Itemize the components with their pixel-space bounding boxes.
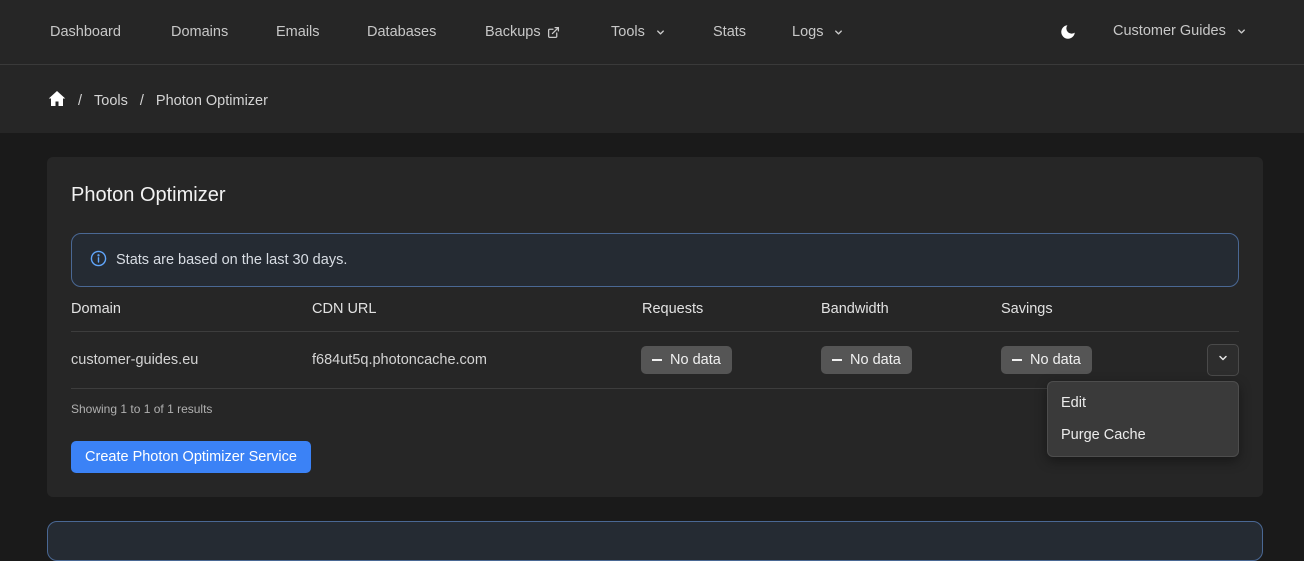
menu-item-edit[interactable]: Edit [1061, 395, 1086, 411]
row-actions-menu: Edit Purge Cache [1047, 381, 1239, 457]
nav-emails[interactable]: Emails [276, 24, 320, 40]
column-header-requests: Requests [642, 301, 704, 317]
requests-badge: No data [641, 346, 732, 374]
minus-icon [832, 359, 842, 361]
nav-backups[interactable]: Backups [485, 24, 560, 40]
breadcrumb-separator: / [78, 92, 83, 109]
column-header-bandwidth: Bandwidth [821, 301, 889, 317]
account-menu[interactable]: Customer Guides [1113, 23, 1247, 39]
row-actions-button[interactable] [1207, 344, 1239, 376]
home-icon[interactable] [48, 90, 66, 111]
chevron-down-icon [1217, 352, 1229, 368]
cell-domain: customer-guides.eu [71, 352, 199, 368]
info-panel [47, 521, 1263, 561]
bandwidth-badge: No data [821, 346, 912, 374]
nav-dashboard[interactable]: Dashboard [50, 24, 121, 40]
moon-icon [1059, 25, 1077, 45]
menu-item-purge-cache[interactable]: Purge Cache [1061, 427, 1146, 443]
nav-databases[interactable]: Databases [367, 24, 436, 40]
minus-icon [652, 359, 662, 361]
table-header: Domain CDN URL Requests Bandwidth Saving… [71, 301, 1239, 332]
chevron-down-icon [655, 27, 666, 38]
nav-tools[interactable]: Tools [611, 24, 666, 40]
top-navigation: Dashboard Domains Emails Databases Backu… [0, 0, 1304, 65]
pagination-summary: Showing 1 to 1 of 1 results [71, 402, 213, 416]
nav-stats[interactable]: Stats [713, 24, 746, 40]
column-header-savings: Savings [1001, 301, 1053, 317]
create-photon-optimizer-button[interactable]: Create Photon Optimizer Service [71, 441, 311, 473]
savings-badge: No data [1001, 346, 1092, 374]
nav-domains[interactable]: Domains [171, 24, 228, 40]
alert-text: Stats are based on the last 30 days. [116, 252, 348, 268]
info-icon [90, 250, 107, 271]
external-link-icon [547, 26, 560, 39]
theme-toggle-button[interactable] [1059, 23, 1077, 46]
chevron-down-icon [833, 27, 844, 38]
nav-logs[interactable]: Logs [792, 24, 844, 40]
page-title: Photon Optimizer [71, 184, 226, 206]
column-header-cdn-url: CDN URL [312, 301, 377, 317]
chevron-down-icon [1236, 26, 1247, 37]
breadcrumb-separator: / [139, 92, 144, 109]
info-alert: Stats are based on the last 30 days. [71, 233, 1239, 287]
column-header-domain: Domain [71, 301, 121, 317]
breadcrumb: / Tools / Photon Optimizer [48, 90, 268, 111]
breadcrumb-bar: / Tools / Photon Optimizer [0, 65, 1304, 133]
cell-cdn-url: f684ut5q.photoncache.com [312, 352, 487, 368]
breadcrumb-current: Photon Optimizer [155, 92, 268, 109]
minus-icon [1012, 359, 1022, 361]
breadcrumb-tools[interactable]: Tools [94, 93, 128, 109]
